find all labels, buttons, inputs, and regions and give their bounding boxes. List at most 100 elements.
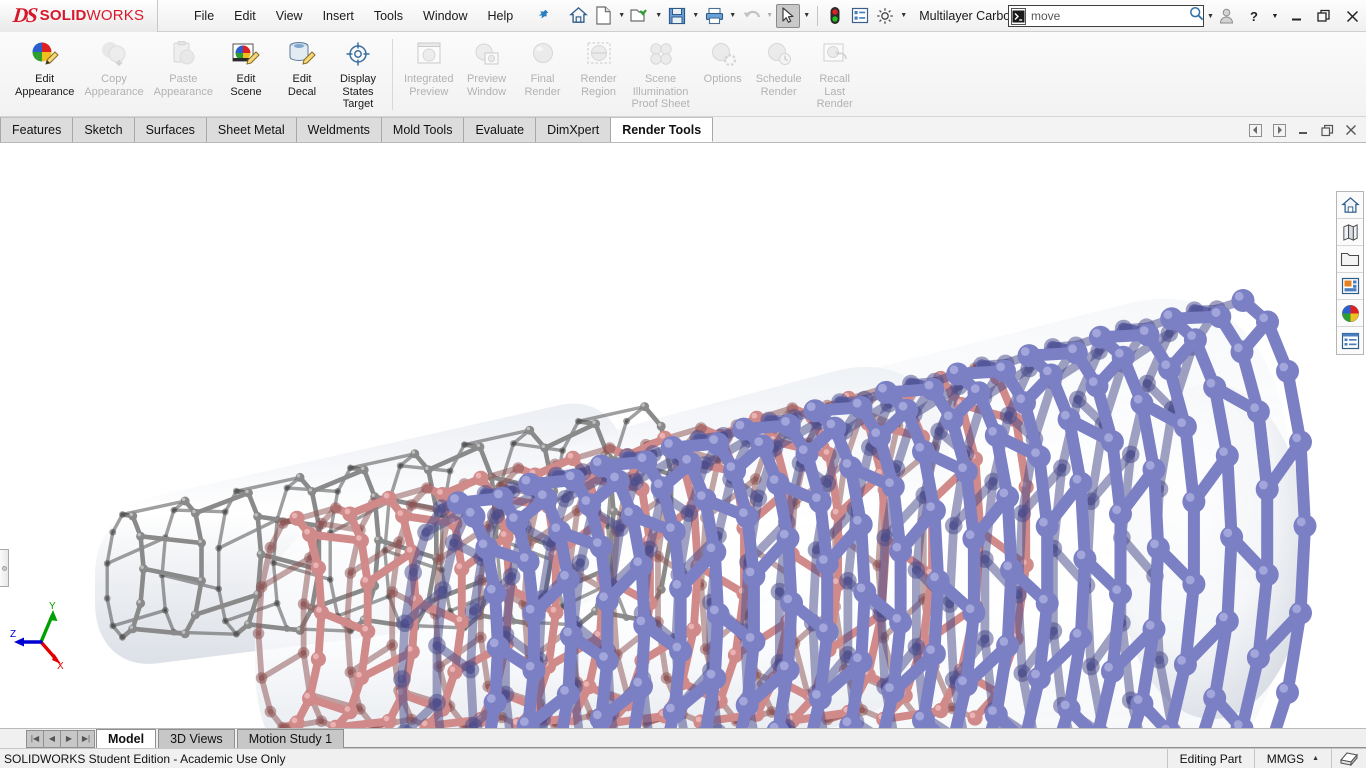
render-region-icon <box>585 37 613 71</box>
status-units[interactable]: MMGS ▲ <box>1253 748 1331 768</box>
select-dropdown-icon[interactable]: ▼ <box>801 5 812 27</box>
search-input[interactable] <box>1031 9 1186 23</box>
user-account-icon[interactable] <box>1212 1 1240 31</box>
menu-insert[interactable]: Insert <box>313 4 364 28</box>
command-paste-appearance[interactable]: Paste Appearance <box>149 37 218 98</box>
help-dropdown-icon[interactable]: ▼ <box>1268 1 1282 31</box>
save-dropdown-icon[interactable]: ▼ <box>690 5 701 27</box>
atom-highlight <box>852 398 862 408</box>
feature-manager-collapse-handle[interactable] <box>0 549 9 587</box>
home-icon[interactable] <box>566 4 590 28</box>
file-properties-icon[interactable] <box>848 4 872 28</box>
graphics-viewport[interactable]: Y X Z <box>0 143 1366 728</box>
rebuild-traffic-light-icon[interactable] <box>823 4 847 28</box>
view-palette-icon[interactable] <box>1337 273 1363 300</box>
pin-left-icon[interactable] <box>1244 120 1266 140</box>
doc-close-icon[interactable] <box>1340 120 1362 140</box>
menu-view[interactable]: View <box>266 4 313 28</box>
minimize-icon[interactable] <box>1282 1 1310 31</box>
bottom-tab-3d-views[interactable]: 3D Views <box>158 729 235 748</box>
atom <box>534 487 558 511</box>
custom-properties-icon[interactable] <box>1337 327 1363 354</box>
atom <box>703 666 727 690</box>
atom <box>742 564 766 588</box>
atom-highlight <box>730 649 736 656</box>
atom-highlight <box>500 531 507 537</box>
atom-highlight <box>313 653 319 660</box>
menu-file[interactable]: File <box>184 4 224 28</box>
pushpin-icon[interactable] <box>531 5 552 26</box>
command-recall-last-render[interactable]: Recall Last Render <box>807 37 863 111</box>
command-copy-appearance[interactable]: Copy Appearance <box>79 37 148 98</box>
menu-tools[interactable]: Tools <box>364 4 413 28</box>
multilayer-carbon-nanotube-model[interactable] <box>0 143 1366 728</box>
appearances-scenes-decals-icon[interactable] <box>1337 300 1363 327</box>
file-explorer-icon[interactable] <box>1337 246 1363 273</box>
menu-window[interactable]: Window <box>413 4 477 28</box>
tab-dimxpert[interactable]: DimXpert <box>536 117 612 142</box>
tab-mold-tools[interactable]: Mold Tools <box>381 117 465 142</box>
atom-highlight <box>198 539 202 544</box>
units-dropdown-icon[interactable]: ▲ <box>1312 755 1319 762</box>
command-scene-illumination-proof-sheet[interactable]: Scene Illumination Proof Sheet <box>627 37 695 111</box>
menu-edit[interactable]: Edit <box>224 4 266 28</box>
command-edit-decal[interactable]: Edit Decal <box>274 37 330 98</box>
magnifier-icon[interactable] <box>1189 6 1204 26</box>
command-render-options[interactable]: Options <box>695 37 751 86</box>
command-preview-window[interactable]: Preview Window <box>459 37 515 98</box>
first-tab-icon[interactable]: |◀ <box>26 729 44 748</box>
command-edit-appearance[interactable]: Edit Appearance <box>10 37 79 98</box>
rebuild-status-icon[interactable] <box>1331 748 1366 768</box>
atom <box>680 504 699 522</box>
search-box[interactable]: ▼ <box>1008 5 1214 27</box>
doc-minimize-icon[interactable] <box>1292 120 1314 140</box>
options-dropdown-icon[interactable]: ▼ <box>898 5 909 27</box>
sw-resources-home-icon[interactable] <box>1337 192 1363 219</box>
tab-sketch[interactable]: Sketch <box>73 117 135 142</box>
prev-tab-icon[interactable]: ◀ <box>43 729 61 748</box>
bottom-tab-motion-study-1[interactable]: Motion Study 1 <box>236 729 345 748</box>
tab-weldments[interactable]: Weldments <box>296 117 382 142</box>
bond <box>808 545 821 628</box>
atom-highlight <box>456 616 463 623</box>
command-edit-scene[interactable]: Edit Scene <box>218 37 274 98</box>
undo-icon[interactable] <box>739 4 763 28</box>
command-final-render[interactable]: Final Render <box>515 37 571 98</box>
command-schedule-render[interactable]: Schedule Render <box>751 37 807 98</box>
atom-highlight <box>842 459 852 468</box>
tab-evaluate[interactable]: Evaluate <box>464 117 537 142</box>
undo-dropdown-icon[interactable]: ▼ <box>764 5 775 27</box>
print-icon[interactable] <box>702 4 726 28</box>
tab-features[interactable]: Features <box>0 117 74 142</box>
close-icon[interactable] <box>1338 1 1366 31</box>
command-integrated-preview[interactable]: Integrated Preview <box>399 37 459 98</box>
command-display-states-target[interactable]: Display States Target <box>330 37 386 111</box>
atom <box>395 508 411 524</box>
tab-sheet-metal[interactable]: Sheet Metal <box>206 117 297 142</box>
atom <box>669 639 693 663</box>
options-gear-icon[interactable] <box>873 4 897 28</box>
new-document-icon[interactable] <box>591 4 615 28</box>
open-folder-dropdown-icon[interactable]: ▼ <box>653 5 664 27</box>
design-library-icon[interactable] <box>1337 219 1363 246</box>
command-render-region[interactable]: Render Region <box>571 37 627 98</box>
tab-surfaces[interactable]: Surfaces <box>134 117 207 142</box>
print-dropdown-icon[interactable]: ▼ <box>727 5 738 27</box>
atom <box>881 680 905 704</box>
pin-right-icon[interactable] <box>1268 120 1290 140</box>
new-document-dropdown-icon[interactable]: ▼ <box>616 5 627 27</box>
help-icon[interactable]: ? <box>1240 1 1268 31</box>
next-tab-icon[interactable]: ▶ <box>60 729 78 748</box>
atom-highlight <box>709 605 719 615</box>
select-arrow-icon[interactable] <box>776 3 801 28</box>
tab-render-tools[interactable]: Render Tools <box>611 117 714 142</box>
bottom-tab-model[interactable]: Model <box>96 729 157 748</box>
save-icon[interactable] <box>665 4 689 28</box>
last-tab-icon[interactable]: ▶| <box>77 729 95 748</box>
menu-help[interactable]: Help <box>478 4 524 28</box>
doc-restore-icon[interactable] <box>1316 120 1338 140</box>
open-folder-icon[interactable] <box>628 4 652 28</box>
atom-highlight <box>1060 410 1070 420</box>
solidworks-logo[interactable]: DS SOLID WORKS <box>0 0 158 32</box>
restore-icon[interactable] <box>1310 1 1338 31</box>
